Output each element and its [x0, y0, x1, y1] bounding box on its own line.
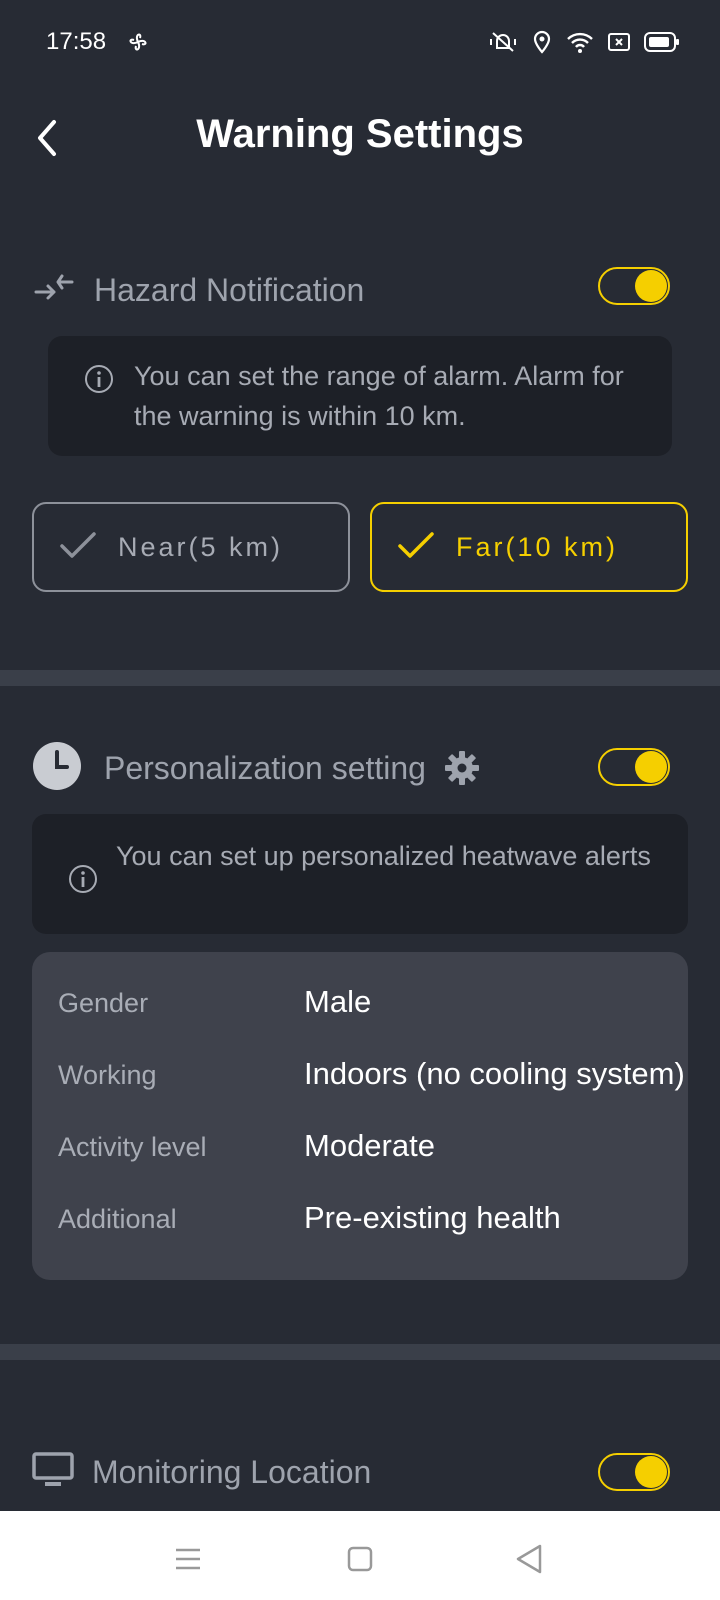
personalization-info-text: You can set up personalized heatwave ale…	[116, 841, 651, 871]
menu-button[interactable]	[168, 1539, 208, 1579]
fan-icon	[126, 30, 150, 59]
sim-icon	[608, 32, 630, 57]
triangle-back-icon	[516, 1544, 542, 1574]
info-icon	[68, 864, 98, 899]
hazard-section-header: Hazard Notification	[32, 260, 688, 320]
personalization-info-box: You can set up personalized heatwave ale…	[32, 814, 688, 934]
monitoring-section-header: Monitoring Location	[32, 1442, 688, 1502]
status-time: 17:58	[46, 28, 107, 55]
personalization-section-header: Personalization setting	[32, 738, 688, 798]
profile-row-activity: Activity level Moderate	[58, 1124, 688, 1174]
profile-value: Moderate	[304, 1128, 435, 1163]
profile-row-additional: Additional Pre-existing health	[58, 1196, 688, 1246]
hazard-info-text: You can set the range of alarm. Alarm fo…	[134, 361, 624, 431]
profile-row-gender: Gender Male	[58, 980, 688, 1030]
toggle-knob	[635, 1456, 667, 1488]
range-near-label: Near(5 km)	[118, 531, 284, 562]
square-icon	[347, 1546, 373, 1572]
profile-key: Working	[58, 1060, 157, 1090]
menu-icon	[176, 1548, 200, 1570]
profile-key: Additional	[58, 1204, 177, 1234]
personalization-toggle[interactable]	[598, 748, 670, 786]
battery-icon	[644, 31, 680, 58]
wifi-icon	[566, 30, 594, 59]
hazard-info-box: You can set the range of alarm. Alarm fo…	[48, 336, 672, 456]
info-icon	[84, 364, 114, 399]
back-nav-button[interactable]	[510, 1539, 550, 1579]
profile-key: Gender	[58, 988, 149, 1018]
system-nav-bar	[0, 1511, 720, 1600]
toggle-knob	[635, 751, 667, 783]
home-button[interactable]	[340, 1539, 380, 1579]
monitoring-toggle[interactable]	[598, 1453, 670, 1491]
settings-gear-icon[interactable]	[444, 750, 480, 786]
status-icons	[488, 30, 680, 59]
profile-value: Pre-existing health	[304, 1200, 561, 1235]
range-near-button[interactable]: Near(5 km)	[32, 502, 350, 592]
profile-value: Male	[304, 984, 372, 1019]
range-far-button[interactable]: Far(10 km)	[370, 502, 688, 592]
page-title: Warning Settings	[196, 112, 524, 156]
hazard-toggle[interactable]	[598, 267, 670, 305]
location-icon	[532, 30, 552, 59]
check-icon	[58, 530, 98, 565]
monitoring-title: Monitoring Location	[92, 1453, 372, 1490]
mute-vibrate-icon	[488, 30, 518, 59]
personalization-title: Personalization setting	[104, 749, 426, 786]
toggle-knob	[635, 270, 667, 302]
header: Warning Settings	[0, 100, 720, 180]
check-icon	[396, 530, 436, 565]
monitor-icon	[32, 1451, 74, 1493]
hazard-title: Hazard Notification	[94, 271, 365, 308]
status-bar: 17:58	[0, 0, 720, 88]
clock-icon	[32, 741, 82, 796]
profile-card[interactable]: Gender Male Working Indoors (no cooling …	[32, 952, 688, 1280]
range-far-label: Far(10 km)	[456, 531, 619, 562]
profile-key: Activity level	[58, 1132, 207, 1162]
swap-arrows-icon	[32, 272, 76, 309]
profile-value: Indoors (no cooling system)	[304, 1056, 685, 1091]
profile-row-working: Working Indoors (no cooling system)	[58, 1052, 688, 1102]
section-divider	[0, 670, 720, 686]
section-divider	[0, 1344, 720, 1360]
